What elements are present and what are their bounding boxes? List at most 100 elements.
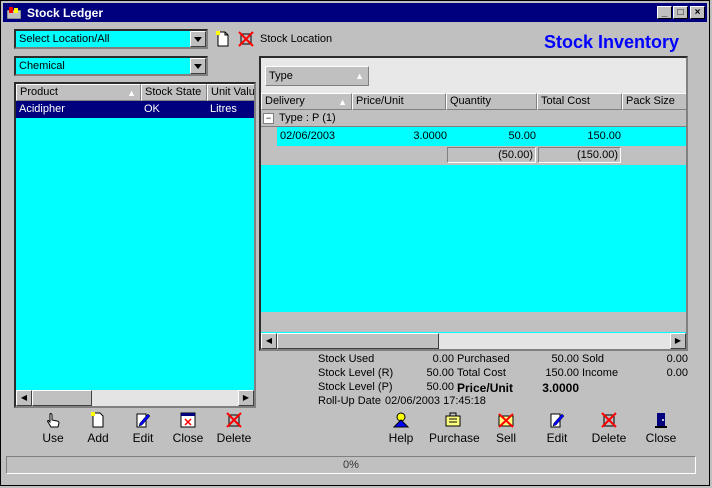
exit-door-icon <box>655 413 667 428</box>
scroll-thumb[interactable] <box>32 390 92 406</box>
sell-icon <box>498 413 514 428</box>
sell-button[interactable]: Sell <box>482 412 530 448</box>
app-icon <box>7 7 21 19</box>
sold-value: 0.00 <box>666 353 688 365</box>
product-cell: Acidipher <box>19 103 65 115</box>
stock-level-r-label: Stock Level (R) <box>318 367 394 379</box>
unit-value-cell: Litres <box>210 103 237 115</box>
use-button-label: Use <box>42 431 64 445</box>
sort-icon: ▲ <box>338 97 347 107</box>
stock-used-label: Stock Used <box>318 353 375 365</box>
scroll-left-icon[interactable]: ◀ <box>261 333 277 349</box>
inventory-grid-hscrollbar[interactable]: ◀ ▶ <box>261 333 686 349</box>
column-header-product[interactable]: Product ▲ <box>16 84 141 101</box>
stock-ledger-window: Stock Ledger _ □ × Select Location/All S… <box>0 0 710 486</box>
close-button[interactable]: Close <box>164 412 212 448</box>
category-select-value: Chemical <box>19 60 65 72</box>
delete-button[interactable]: Delete <box>210 412 258 448</box>
sort-icon: ▲ <box>127 88 136 98</box>
delete-button-label: Delete <box>216 431 252 445</box>
column-header-quantity[interactable]: Quantity <box>446 93 537 110</box>
stock-state-cell: OK <box>144 103 160 115</box>
category-select[interactable]: Chemical <box>14 56 208 76</box>
scroll-right-icon[interactable]: ▶ <box>670 333 686 349</box>
column-header-delivery[interactable]: Delivery ▲ <box>261 93 352 110</box>
progress-status-bar: 0% <box>6 456 696 474</box>
purchased-label: Purchased <box>457 353 510 365</box>
purchased-value: 50.00 <box>551 353 579 365</box>
edit-document-icon <box>550 413 565 428</box>
total-cost-cell: 150.00 <box>587 130 621 142</box>
new-document-icon <box>91 412 104 428</box>
quantity-cell: 50.00 <box>508 130 536 142</box>
add-button[interactable]: Add <box>74 412 122 448</box>
add-button-label: Add <box>87 431 109 445</box>
total-cost-value: 150.00 <box>545 367 579 379</box>
close-button-label: Close <box>172 431 204 445</box>
grid-footer <box>261 312 686 332</box>
rollup-date-value: 02/06/2003 17:45:18 <box>385 395 486 407</box>
progress-text: 0% <box>343 459 359 471</box>
column-header-pack-size[interactable]: Pack Size <box>622 93 686 110</box>
delete-icon <box>601 412 617 428</box>
collapse-icon[interactable]: − <box>263 113 274 124</box>
close-window-button[interactable]: × <box>690 6 705 19</box>
chevron-down-icon[interactable] <box>190 31 206 47</box>
edit-button[interactable]: Edit <box>119 412 167 448</box>
delete-entry-button-label: Delete <box>591 431 627 445</box>
column-header-unit-value[interactable]: Unit Value <box>207 84 254 101</box>
inventory-grid[interactable]: Type ▲ Delivery ▲ Price/Unit Quantity Tota… <box>259 56 688 351</box>
stock-location-label: Stock Location <box>260 33 333 45</box>
subtotal-row: (50.00) (150.00) <box>277 146 686 165</box>
sold-label: Sold <box>582 353 605 365</box>
help-button[interactable]: Help <box>377 412 425 448</box>
table-row[interactable]: Acidipher OK Litres <box>16 101 254 118</box>
column-header-stock-state[interactable]: Stock State <box>141 84 207 101</box>
title-bar[interactable]: Stock Ledger _ □ × <box>3 3 707 22</box>
delete-icon <box>226 412 242 428</box>
use-button[interactable]: Use <box>29 412 77 448</box>
edit-entry-button[interactable]: Edit <box>533 412 581 448</box>
edit-button-label: Edit <box>132 431 154 445</box>
close-document-icon <box>180 412 196 428</box>
group-label: Type : P (1) <box>279 112 336 124</box>
group-row[interactable]: − Type : P (1) <box>261 110 686 127</box>
close-window-footer-button[interactable]: Close <box>637 412 685 448</box>
delete-location-icon[interactable] <box>238 31 254 47</box>
window-title: Stock Ledger <box>27 6 104 20</box>
edit-document-icon <box>136 413 151 428</box>
scroll-left-icon[interactable]: ◀ <box>16 390 32 406</box>
maximize-button[interactable]: □ <box>673 6 688 19</box>
product-grid[interactable]: Product ▲ Stock State Unit Value Acidiphe… <box>14 82 256 408</box>
product-grid-hscrollbar[interactable]: ◀ ▶ <box>16 390 254 406</box>
price-unit-value: 3.0000 <box>542 381 579 395</box>
delete-entry-button[interactable]: Delete <box>585 412 633 448</box>
help-button-label: Help <box>388 431 414 445</box>
help-icon <box>392 412 410 428</box>
quantity-subtotal: (50.00) <box>447 147 536 163</box>
stock-used-value: 0.00 <box>432 353 454 365</box>
purchase-button-label: Purchase <box>429 431 480 445</box>
new-document-icon[interactable] <box>216 31 230 47</box>
total-cost-subtotal: (150.00) <box>538 147 621 163</box>
column-header-total-cost[interactable]: Total Cost <box>537 93 622 110</box>
scroll-thumb[interactable] <box>277 333 439 349</box>
group-indent <box>261 127 277 165</box>
location-select[interactable]: Select Location/All <box>14 29 208 49</box>
close-window-footer-button-label: Close <box>645 431 677 445</box>
rollup-date-label: Roll-Up Date <box>318 395 381 407</box>
column-header-price-unit[interactable]: Price/Unit <box>352 93 446 110</box>
table-row[interactable]: 02/06/2003 3.0000 50.00 150.00 <box>277 128 686 145</box>
minimize-button[interactable]: _ <box>657 6 672 19</box>
group-by-type-button[interactable]: Type ▲ <box>265 66 369 86</box>
group-by-panel: Type ▲ <box>261 58 686 93</box>
income-value: 0.00 <box>666 367 688 379</box>
edit-entry-button-label: Edit <box>546 431 568 445</box>
scroll-right-icon[interactable]: ▶ <box>238 390 254 406</box>
price-unit-cell: 3.0000 <box>413 130 447 142</box>
stock-level-p-value: 50.00 <box>426 381 454 393</box>
chevron-down-icon[interactable] <box>190 58 206 74</box>
purchase-button[interactable]: Purchase <box>429 412 480 448</box>
sell-button-label: Sell <box>495 431 516 445</box>
purchase-icon <box>445 412 461 427</box>
